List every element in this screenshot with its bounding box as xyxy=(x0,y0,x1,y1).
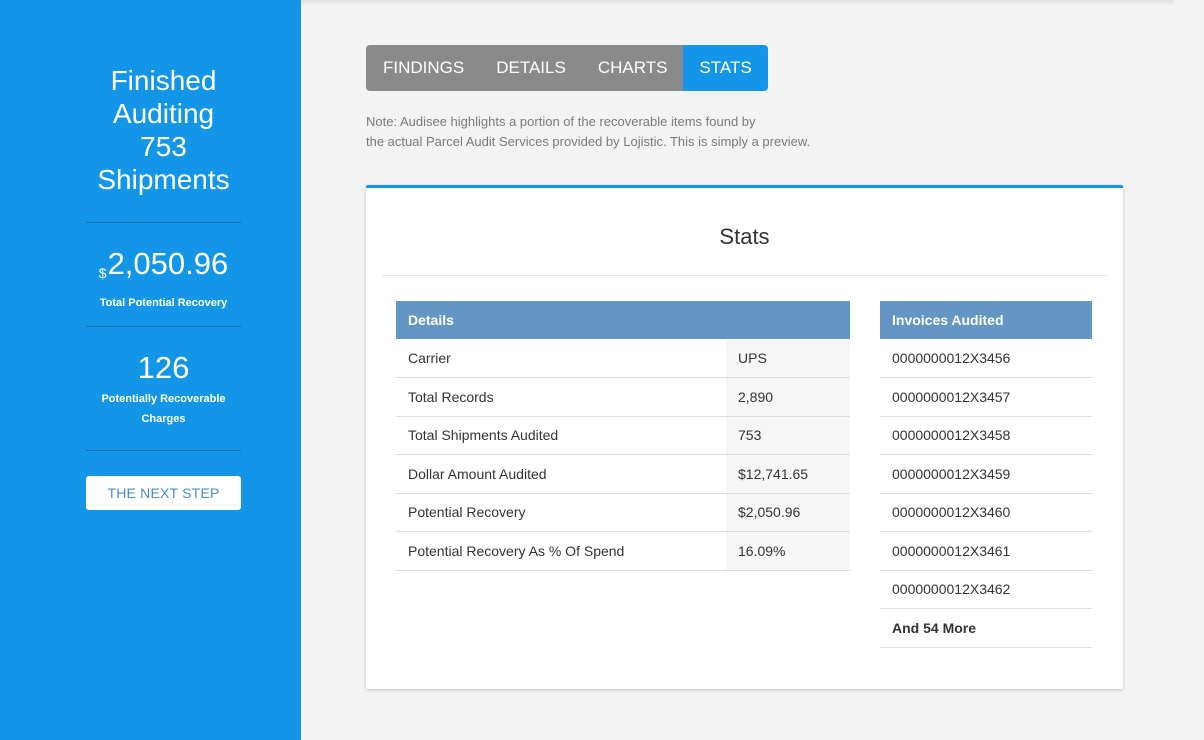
table-row: Carrier UPS xyxy=(396,339,850,378)
stats-card: Stats Details Carrier UPS Total Records 2,… xyxy=(366,185,1123,689)
sidebar-divider xyxy=(86,326,241,327)
table-row: Total Shipments Audited 753 xyxy=(396,416,850,455)
invoice-number: 0000000012X3457 xyxy=(880,377,1092,417)
table-row: 0000000012X3458 xyxy=(880,416,1092,455)
note-line: Note: Audisee highlights a portion of th… xyxy=(366,114,756,129)
card-divider xyxy=(382,275,1107,276)
row-value: 16.09% xyxy=(726,531,850,571)
row-value: 2,890 xyxy=(726,377,850,417)
table-row: 0000000012X3460 xyxy=(880,493,1092,532)
tab-charts[interactable]: Charts xyxy=(581,45,684,91)
audit-summary-title: Finished Auditing 753 Shipments xyxy=(86,64,241,196)
invoice-number: 0000000012X3456 xyxy=(880,339,1092,378)
row-label: Potential Recovery xyxy=(396,493,726,532)
sidebar-divider xyxy=(86,450,241,451)
sidebar-divider xyxy=(86,222,241,223)
title-line: Finished xyxy=(110,65,217,96)
charges-count: 126 xyxy=(137,350,190,385)
row-value: UPS xyxy=(726,339,850,378)
recovery-stat: $2,050.96 Total Potential Recovery xyxy=(76,246,251,313)
table-row: And 54 More xyxy=(880,608,1092,648)
recovery-label: Total Potential Recovery xyxy=(99,297,228,309)
table-row: 0000000012X3461 xyxy=(880,531,1092,571)
invoice-number: 0000000012X3462 xyxy=(880,570,1092,609)
card-title: Stats xyxy=(719,224,770,249)
invoices-table: Invoices Audited 0000000012X3456 0000000… xyxy=(880,301,1092,648)
table-header-row: Details xyxy=(396,301,850,339)
row-label: Total Records xyxy=(396,377,726,417)
title-line: Auditing xyxy=(112,98,215,129)
tab-stats[interactable]: Stats xyxy=(683,45,768,91)
invoice-number: 0000000012X3461 xyxy=(880,531,1092,571)
invoice-number: 0000000012X3459 xyxy=(880,454,1092,494)
details-header: Details xyxy=(396,301,850,339)
row-value: $12,741.65 xyxy=(726,454,850,494)
sidebar: Finished Auditing 753 Shipments $2,050.9… xyxy=(0,0,301,740)
tab-details[interactable]: Details xyxy=(480,45,582,91)
row-label: Potential Recovery As % Of Spend xyxy=(396,531,726,571)
invoices-header: Invoices Audited xyxy=(880,301,1092,339)
row-label: Carrier xyxy=(396,339,726,378)
details-table: Details Carrier UPS Total Records 2,890 To… xyxy=(396,301,850,571)
top-shadow-bar xyxy=(301,0,1173,6)
invoice-number: 0000000012X3460 xyxy=(880,493,1092,532)
row-label: Dollar Amount Audited xyxy=(396,454,726,494)
tab-bar: Findings Details Charts Stats xyxy=(366,45,768,91)
more-invoices-text: And 54 More xyxy=(880,608,1092,648)
table-row: 0000000012X3456 xyxy=(880,339,1092,378)
table-row: 0000000012X3457 xyxy=(880,377,1092,417)
row-value: 753 xyxy=(726,416,850,455)
recovery-value: $2,050.96 xyxy=(76,246,251,291)
table-row: Potential Recovery $2,050.96 xyxy=(396,493,850,532)
table-row: 0000000012X3459 xyxy=(880,454,1092,494)
charges-label-line2: Charges xyxy=(141,413,186,425)
invoice-number: 0000000012X3458 xyxy=(880,416,1092,455)
row-value: $2,050.96 xyxy=(726,493,850,532)
title-line: 753 xyxy=(140,131,187,162)
table-row: Dollar Amount Audited $12,741.65 xyxy=(396,454,850,494)
next-step-button[interactable]: The Next Step xyxy=(86,476,241,510)
tab-findings[interactable]: Findings xyxy=(366,45,481,91)
note-line: the actual Parcel Audit Services provide… xyxy=(366,134,811,149)
currency-symbol: $ xyxy=(98,265,107,281)
table-row: 0000000012X3462 xyxy=(880,570,1092,609)
table-header-row: Invoices Audited xyxy=(880,301,1092,339)
recovery-amount: 2,050.96 xyxy=(107,246,229,281)
preview-note: Note: Audisee highlights a portion of th… xyxy=(366,112,886,152)
table-row: Potential Recovery As % Of Spend 16.09% xyxy=(396,531,850,571)
charges-label-line1: Potentially Recoverable xyxy=(101,393,226,405)
title-line: Shipments xyxy=(97,164,230,195)
table-row: Total Records 2,890 xyxy=(396,377,850,417)
charges-stat: 126 Potentially Recoverable Charges xyxy=(76,350,251,429)
row-label: Total Shipments Audited xyxy=(396,416,726,455)
